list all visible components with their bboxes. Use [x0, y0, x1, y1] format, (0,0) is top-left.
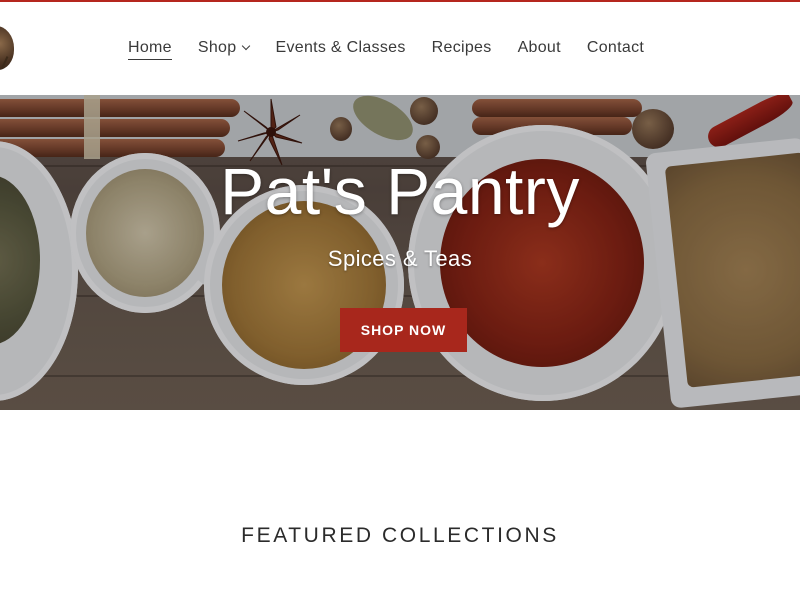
- featured-collections-heading: FEATURED COLLECTIONS: [241, 524, 559, 547]
- nav-item-label: Shop: [197, 39, 237, 56]
- nav-item-contact[interactable]: Contact: [587, 39, 644, 59]
- shop-now-button[interactable]: SHOP NOW: [340, 308, 467, 352]
- chevron-down-icon: [242, 41, 251, 51]
- spice-logo-icon[interactable]: [0, 26, 14, 70]
- nav-item-events-classes[interactable]: Events & Classes: [275, 39, 405, 59]
- nav-item-about[interactable]: About: [518, 39, 561, 59]
- hero-title: Pat's Pantry: [220, 154, 580, 228]
- nav-item-label: Contact: [586, 39, 645, 56]
- hero-subtitle: Spices & Teas: [327, 246, 473, 271]
- site-header: Home Shop Events & Classes Recipes About…: [0, 2, 800, 95]
- main-nav: Home Shop Events & Classes Recipes About…: [128, 36, 670, 62]
- nav-item-shop[interactable]: Shop: [197, 39, 251, 59]
- nav-item-label: About: [517, 39, 561, 56]
- hero-banner: Pat's Pantry Spices & Teas SHOP NOW: [0, 95, 800, 410]
- nav-item-recipes[interactable]: Recipes: [432, 39, 492, 59]
- nav-item-home[interactable]: Home: [128, 39, 172, 60]
- nav-item-label: Recipes: [431, 39, 492, 56]
- nav-item-label: Home: [128, 38, 172, 56]
- nav-item-label: Events & Classes: [275, 39, 406, 56]
